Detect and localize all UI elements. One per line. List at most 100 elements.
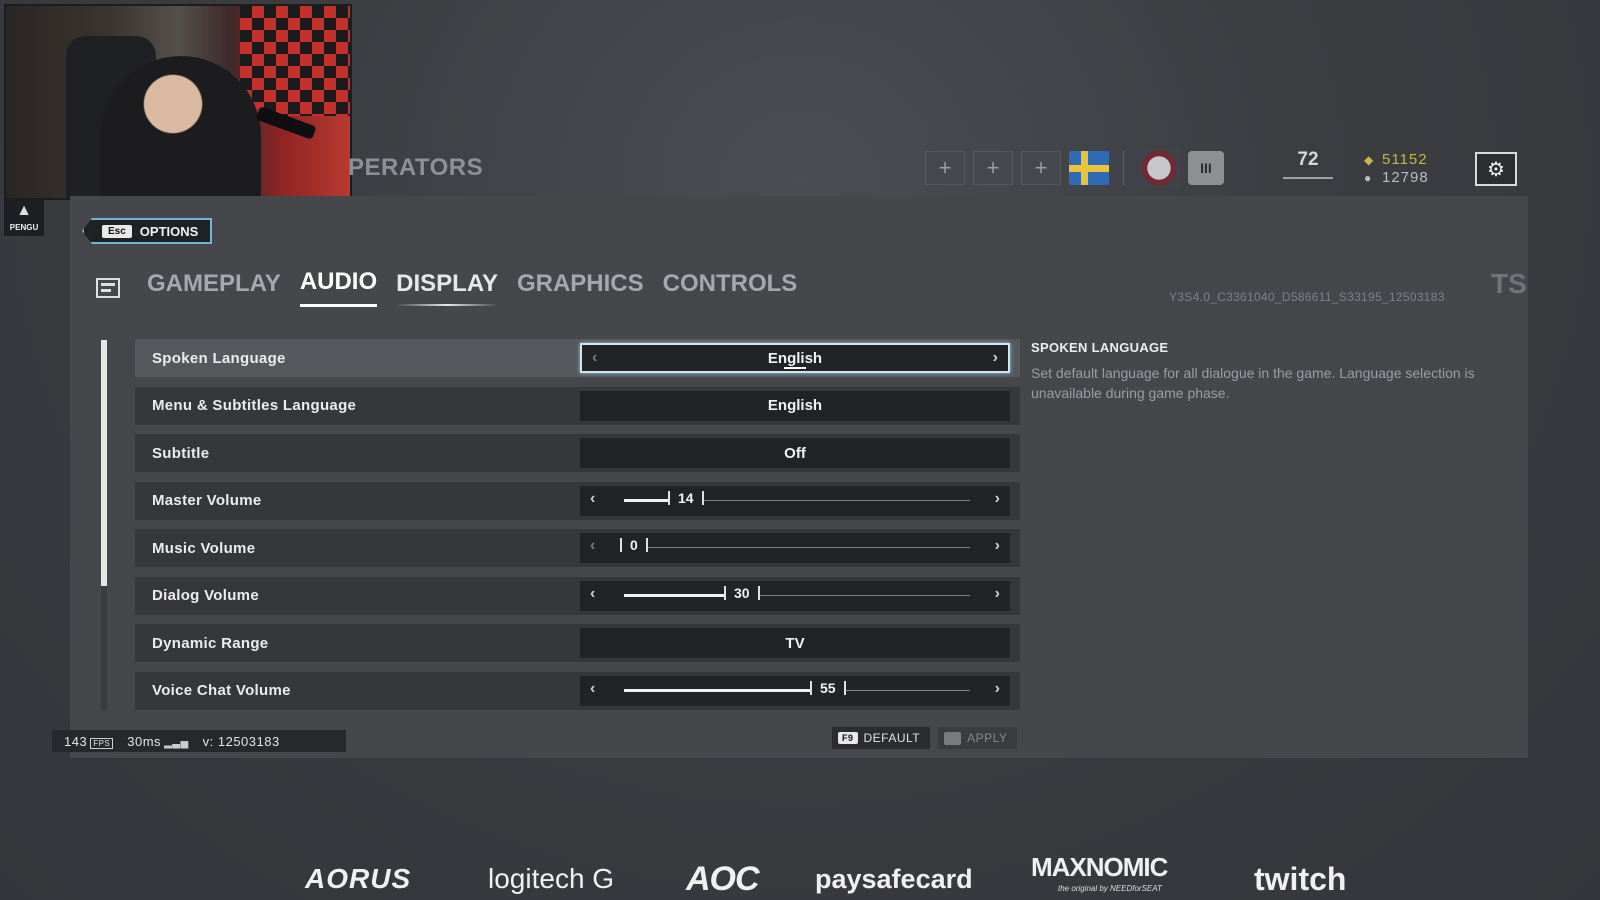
twitch-logo: twitch [1254, 860, 1347, 897]
scrollbar-thumb[interactable] [101, 340, 107, 586]
chevron-right-icon[interactable]: › [995, 490, 1000, 508]
slider-track[interactable] [624, 547, 970, 548]
setting-value: Off [784, 444, 806, 462]
default-label: DEFAULT [863, 731, 921, 745]
subtitle-select[interactable]: Off [580, 438, 1010, 468]
operators-title: PERATORS [348, 154, 484, 181]
slider-value[interactable]: 30 [724, 585, 760, 600]
chevron-left-icon[interactable]: ‹ [592, 349, 597, 367]
divider [1123, 151, 1124, 185]
dynamic-range-select[interactable]: TV [580, 628, 1010, 658]
maxnomic-logo: MAXNOMIC [1031, 852, 1168, 882]
slider-fill [624, 688, 814, 692]
ts-mark: TS [1491, 268, 1527, 299]
season-badge-icon[interactable]: III [1188, 151, 1224, 185]
plus-icon: + [986, 155, 1000, 180]
footer-actions: F9 DEFAULT ▭ APPLY [832, 727, 1018, 749]
back-button[interactable]: Esc OPTIONS [82, 218, 213, 244]
slider-value[interactable]: 14 [668, 490, 704, 505]
slider-fill [624, 593, 728, 597]
setting-label: Menu & Subtitles Language [152, 397, 357, 414]
setting-row-spoken-language[interactable]: Spoken Language ‹ English › [135, 339, 1020, 377]
player-flag-icon[interactable] [1069, 151, 1109, 185]
slider-value[interactable]: 55 [810, 680, 846, 695]
chevron-right-icon[interactable]: › [995, 585, 1000, 603]
setting-value: English [767, 397, 823, 414]
options-label: OPTIONS [139, 223, 199, 239]
currency-display: ◆ 51152 ● 12798 [1364, 151, 1429, 187]
settings-list: Spoken Language ‹ English › Menu & Subti… [135, 339, 1020, 719]
tab-gameplay[interactable]: GAMEPLAY [147, 270, 281, 306]
chevron-left-icon[interactable]: ‹ [590, 680, 595, 698]
chevron-left-icon[interactable]: ‹ [590, 490, 595, 508]
setting-row-music-volume[interactable]: Music Volume ‹ 0 › [135, 529, 1020, 567]
dialog-volume-slider[interactable]: ‹ 30 › [580, 580, 1010, 611]
spoken-language-select[interactable]: ‹ English › [580, 343, 1010, 373]
setting-row-voice-chat-volume[interactable]: Voice Chat Volume ‹ 55 › [135, 671, 1020, 710]
setting-row-menu-language[interactable]: Menu & Subtitles Language English [135, 386, 1020, 425]
tab-controls[interactable]: CONTROLS [663, 270, 798, 306]
options-tabs: GAMEPLAY AUDIO DISPLAY GRAPHICS CONTROLS [96, 268, 797, 307]
renown-amount: 51152 [1382, 151, 1428, 168]
rank-badge-icon[interactable] [1138, 148, 1180, 188]
tab-graphics[interactable]: GRAPHICS [517, 270, 644, 306]
setting-label: Voice Chat Volume [152, 682, 291, 699]
squad-slot-1[interactable]: + [925, 151, 965, 185]
setting-row-dynamic-range[interactable]: Dynamic Range TV [135, 624, 1020, 662]
setting-value: TV [785, 634, 805, 652]
plus-icon: + [938, 155, 952, 180]
chevron-right-icon[interactable]: › [995, 680, 1000, 698]
maxnomic-tagline: the original by NEEDforSEAT [1058, 884, 1162, 893]
sponsor-bar: AORUS logitech G AOC paysafecard MAXNOMI… [0, 852, 1600, 900]
voice-chat-volume-slider[interactable]: ‹ 55 › [580, 675, 1010, 706]
chevron-right-icon[interactable]: › [993, 349, 998, 367]
slider-fill [624, 498, 672, 502]
settings-button[interactable]: ⚙ [1475, 152, 1517, 186]
apply-button[interactable]: ▭ APPLY [938, 727, 1018, 749]
setting-label: Subtitle [152, 444, 210, 462]
keyboard-icon: ▭ [944, 731, 962, 745]
setting-row-subtitle[interactable]: Subtitle Off [135, 434, 1020, 472]
setting-description: SPOKEN LANGUAGE Set default language for… [1031, 340, 1491, 403]
squad-slot-2[interactable]: + [973, 151, 1013, 185]
performance-stats: 143 FPS 30ms ▂▃▅ v: 12503183 [52, 730, 346, 752]
gear-icon: ⚙ [1487, 158, 1505, 181]
description-title: SPOKEN LANGUAGE [1031, 340, 1169, 355]
master-volume-slider[interactable]: ‹ 14 › [580, 485, 1010, 516]
setting-label: Dialog Volume [152, 587, 259, 604]
setting-label: Master Volume [152, 492, 262, 509]
fps-value: 143 [64, 733, 88, 749]
setting-label: Dynamic Range [152, 634, 269, 652]
credits-amount: 12798 [1382, 169, 1429, 186]
fps-label: FPS [90, 737, 114, 749]
squad-slot-3[interactable]: + [1021, 151, 1061, 185]
chevron-right-icon[interactable]: › [995, 537, 1000, 555]
plus-icon: + [1034, 155, 1048, 180]
chevron-left-icon[interactable]: ‹ [590, 585, 595, 603]
streamer-logo: PENGU [4, 200, 44, 236]
tab-display[interactable]: DISPLAY [396, 270, 498, 306]
acoustic-foam [240, 6, 350, 116]
setting-value: English [767, 349, 823, 367]
setting-label: Music Volume [152, 539, 256, 557]
menu-icon[interactable] [96, 277, 120, 298]
credits-icon: ● [1364, 171, 1373, 185]
ping-value: 30ms [127, 733, 162, 749]
tab-audio[interactable]: AUDIO [299, 268, 378, 307]
paysafecard-logo: paysafecard [815, 863, 973, 894]
default-button[interactable]: F9 DEFAULT [832, 727, 931, 749]
setting-row-dialog-volume[interactable]: Dialog Volume ‹ 30 › [135, 576, 1020, 615]
aorus-logo: AORUS [305, 863, 412, 894]
description-text: Set default language for all dialogue in… [1031, 365, 1475, 401]
music-volume-slider[interactable]: ‹ 0 › [580, 533, 1010, 563]
f9-key-icon: F9 [838, 732, 858, 744]
player-level[interactable]: 72 [1283, 149, 1333, 189]
setting-label: Spoken Language [152, 349, 286, 367]
chevron-left-icon[interactable]: ‹ [590, 537, 595, 555]
streamer [101, 56, 261, 198]
setting-row-master-volume[interactable]: Master Volume ‹ 14 › [135, 481, 1020, 520]
squad-bar: + + + III [925, 148, 1224, 188]
aoc-logo: AOC [686, 859, 760, 898]
slider-value[interactable]: 0 [620, 538, 648, 552]
menu-language-select[interactable]: English [580, 390, 1010, 421]
